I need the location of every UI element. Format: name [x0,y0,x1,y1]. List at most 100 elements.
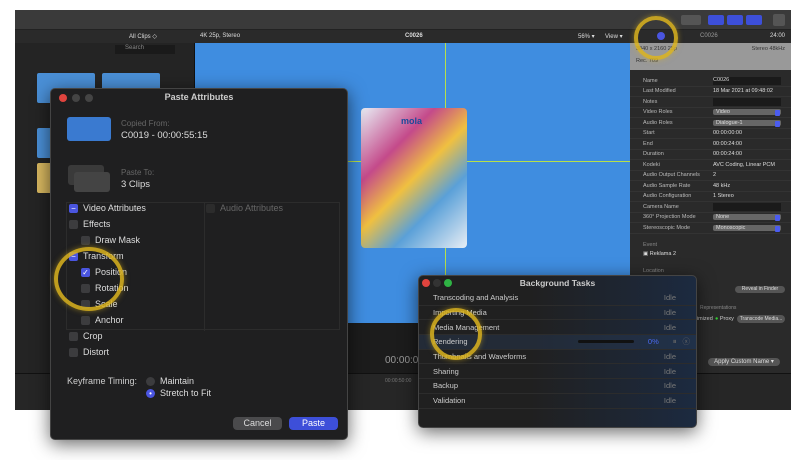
anchor-checkbox[interactable]: Anchor [81,315,124,326]
copied-from-value: C0019 - 00:00:55:15 [121,130,208,141]
event-value: ▣ Reklama 2 [643,250,677,257]
product-logo: mola [401,116,423,126]
keyframe-timing-label: Keyframe Timing: [67,376,138,386]
property-value: AVC Coding, Linear PCM [713,161,775,168]
property-value[interactable]: None [713,214,781,222]
clips-filter[interactable]: All Clips ◇ [129,33,157,40]
task-status: Idle [663,381,676,391]
inspector-row: Kodeki AVC Coding, Linear PCM [630,160,791,171]
task-status: Idle [663,322,676,332]
distort-checkbox[interactable]: Distort [69,347,109,358]
draw-mask-checkbox[interactable]: Draw Mask [81,235,140,246]
property-value: 18 Mar 2021 at 09:48:02 [713,88,773,95]
pause-icon[interactable]: ⏸ [673,337,677,347]
inspector-toggle[interactable] [746,15,762,25]
browser-toggle[interactable] [708,15,724,25]
property-label: Audio Sample Rate [643,182,691,189]
task-status: Idle [663,293,676,303]
property-label: Last Modified [643,88,676,95]
cancel-icon[interactable]: ⓧ [683,336,691,347]
dialog-title: Paste Attributes [164,92,234,102]
task-row[interactable]: Sharing Idle [419,364,696,380]
video-attributes-checkbox[interactable]: − Video Attributes [69,203,146,214]
task-status: Idle [663,308,676,318]
format-label: 4K 25p, Stereo [200,33,241,39]
apply-custom-name-button[interactable]: Apply Custom Name ▾ [708,358,780,366]
proxy-label: ● Proxy [715,316,734,322]
location-label: Location [643,267,664,274]
cancel-button[interactable]: Cancel [233,417,282,430]
inspector-timecode: 24:00 [770,33,786,39]
zoom-menu[interactable]: 56% ▾ [578,33,595,40]
task-name: Transcoding and Analysis [433,293,519,303]
property-value: 48 kHz [713,182,731,189]
property-label: Camera Name [643,203,679,210]
property-label: Start [643,130,655,137]
property-value[interactable] [713,97,781,106]
audio-format-label: Stereo 48kHz [751,46,785,52]
progress-bar [577,340,634,344]
property-label: Audio Output Channels [643,172,700,179]
representations-label: Representations [700,305,737,311]
viewer-clip-name: C0026 [405,33,423,39]
property-value[interactable]: Video [713,109,781,117]
property-label: Notes [643,98,658,105]
task-status: Idle [663,366,676,376]
inspector-row: Camera Name [630,202,791,213]
paste-button[interactable]: Paste [289,417,338,430]
audio-attributes-checkbox[interactable]: Audio Attributes [206,203,283,214]
inspector-row: Notes [630,97,791,108]
inspector-row: 360° Projection Mode None [630,213,791,223]
property-label: Stereoscopic Mode [643,224,691,231]
property-value[interactable]: C0026 [713,76,781,85]
event-label: Event [643,241,658,248]
reveal-in-finder-button[interactable]: Reveal in Finder [735,286,785,293]
inspector-row: Audio Output Channels 2 [630,171,791,181]
property-label: 360° Projection Mode [643,214,696,221]
property-label: Kodeki [643,161,660,168]
inspector-row: Video Roles Video [630,108,791,118]
property-value[interactable]: Monoscopic [713,224,781,232]
clips-stack-icon [74,172,110,192]
property-label: End [643,140,653,147]
copied-from-label: Copied From: [121,119,170,128]
inspector-row: Audio Configuration 1 Stereo [630,192,791,202]
property-label: Name [643,77,658,84]
effects-checkbox[interactable]: Effects [69,219,110,230]
property-label: Audio Roles [643,119,673,126]
task-status: Idle [663,396,676,406]
inspector-clip-name: C0026 [700,33,718,39]
highlight-ring [430,308,482,360]
product-box: mola [361,108,467,248]
inspector-row: Last Modified 18 Mar 2021 at 09:48:02 [630,87,791,97]
inspector-properties: Name C0026 Last Modified 18 Mar 2021 at 09:… [630,76,791,234]
task-row[interactable]: Backup Idle [419,379,696,394]
crop-checkbox[interactable]: Crop [69,331,103,342]
property-value: 2 [713,172,717,179]
inspector-row: Audio Sample Rate 48 kHz [630,181,791,192]
property-value: 00:00:00:00 [713,130,743,137]
ruler-time: 00:00:50:00 [385,378,412,384]
maintain-radio[interactable]: Maintain [146,376,194,387]
inspector-row: Duration 00:00:24:00 [630,150,791,160]
property-value[interactable]: Dialogue-1 [713,119,781,127]
share-button[interactable] [773,14,785,26]
paste-to-value: 3 Clips [121,179,151,190]
view-menu[interactable]: View ▾ [605,33,623,40]
transcode-media-button[interactable]: Transcode Media... [737,315,785,323]
inspector-row: Name C0026 [630,76,791,87]
search-input[interactable]: Search [115,45,175,54]
task-row[interactable]: Validation Idle [419,394,696,409]
task-row[interactable]: Transcoding and Analysis Idle [419,291,696,306]
property-value: 1 Stereo [713,193,734,200]
stretch-to-fit-radio[interactable]: • Stretch to Fit [146,388,211,399]
property-label: Video Roles [643,109,673,116]
window-title: Background Tasks [519,278,596,288]
property-value[interactable] [713,202,781,211]
inspector-row: Start 00:00:00:00 [630,129,791,139]
inspector-row: Audio Roles Dialogue-1 [630,118,791,129]
timeline-toggle[interactable] [727,15,743,25]
keyword-button[interactable] [681,15,701,25]
task-status: 0% [647,337,659,347]
task-name: Validation [433,396,466,406]
